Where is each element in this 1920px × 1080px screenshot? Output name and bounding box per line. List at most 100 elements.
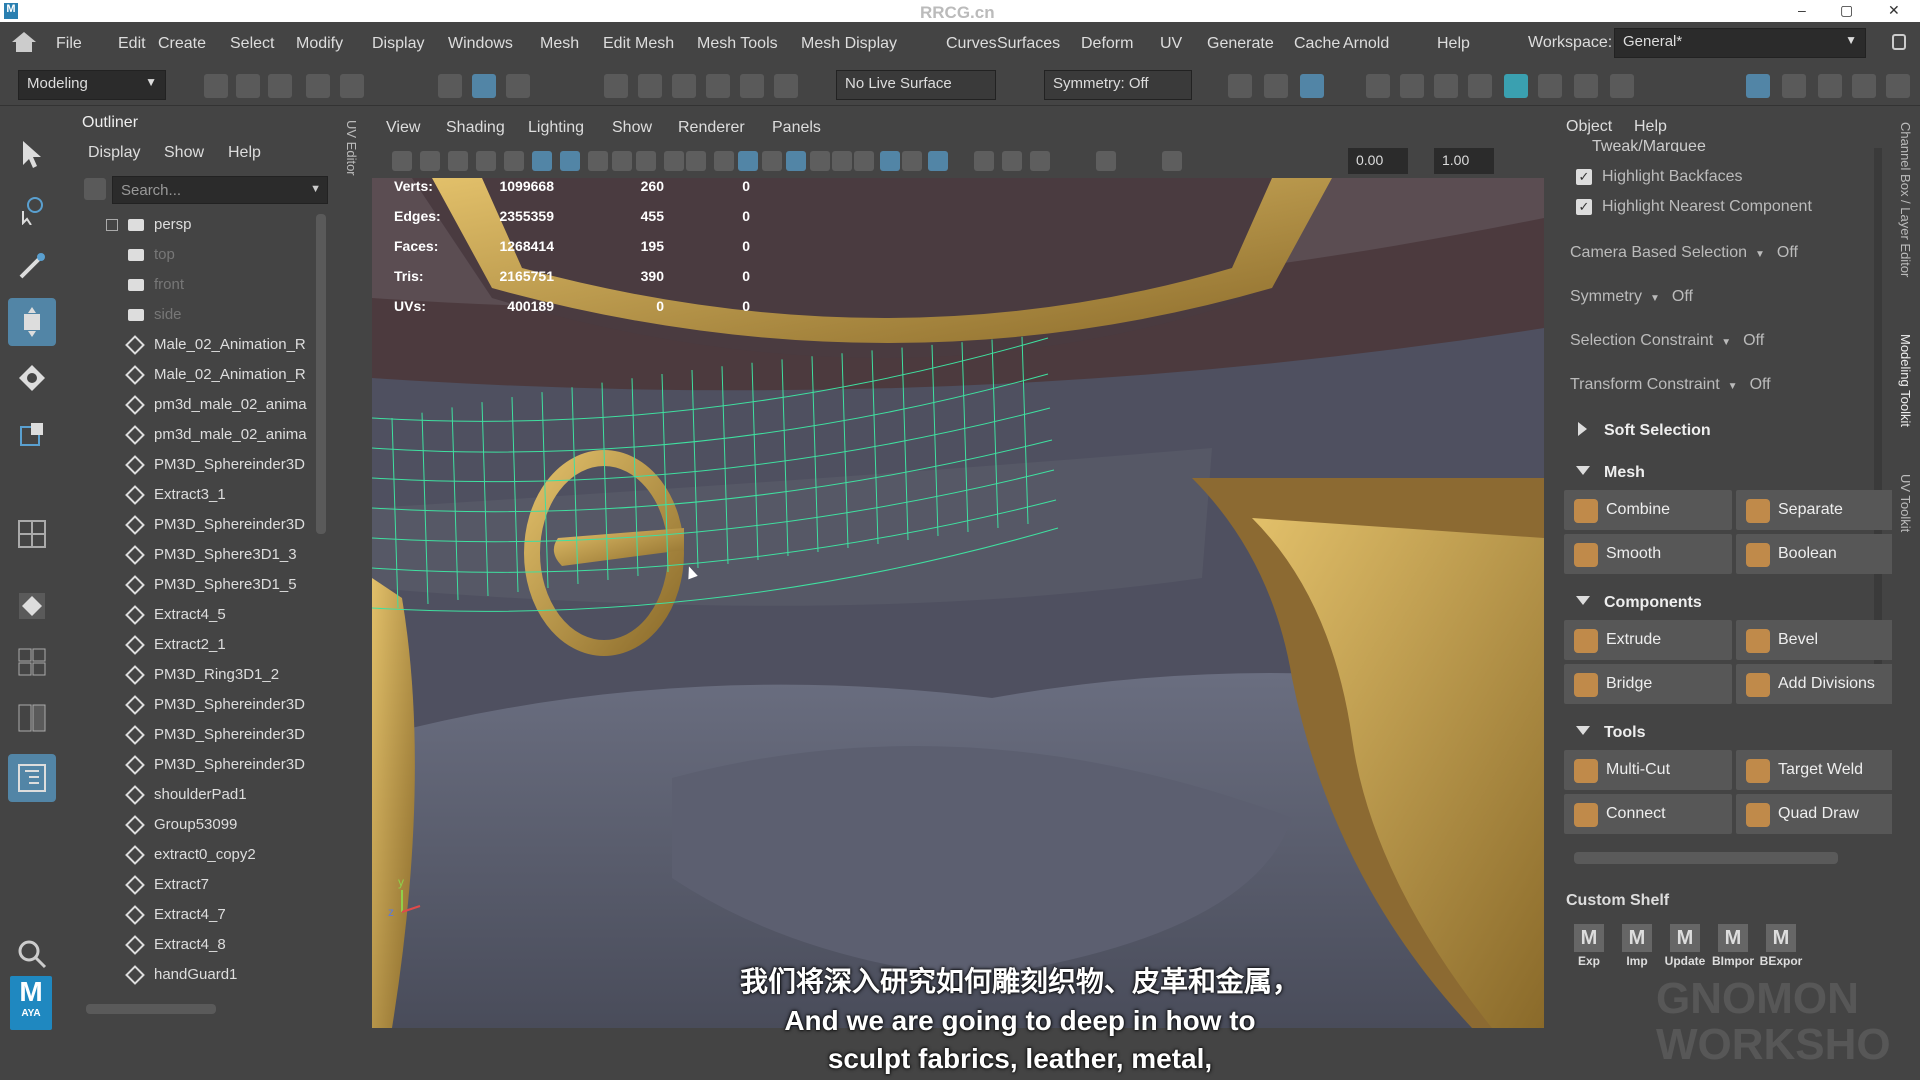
uv-editor-tab[interactable]: UV Editor bbox=[344, 120, 359, 176]
field1-input[interactable]: 0.00 bbox=[1348, 148, 1408, 174]
menu-cache[interactable]: Cache bbox=[1294, 35, 1340, 53]
outliner-item[interactable]: side bbox=[72, 300, 322, 330]
pause-icon[interactable] bbox=[1610, 74, 1634, 98]
outliner-item[interactable]: top bbox=[72, 240, 322, 270]
film-gate-icon[interactable] bbox=[532, 151, 552, 171]
close-button[interactable]: ✕ bbox=[1888, 2, 1900, 19]
option-value[interactable]: Off bbox=[1743, 332, 1764, 349]
bridge-button[interactable]: Bridge bbox=[1564, 664, 1732, 704]
menu-create[interactable]: Create bbox=[158, 35, 206, 53]
outliner-item[interactable]: Extract4_5 bbox=[72, 600, 322, 630]
redo-icon[interactable] bbox=[340, 74, 364, 98]
gamma-icon[interactable] bbox=[1162, 151, 1182, 171]
outliner-item[interactable]: handGuard1 bbox=[72, 960, 322, 990]
shelf-item-update[interactable]: M Update bbox=[1662, 920, 1708, 978]
outliner-item[interactable]: pm3d_male_02_anima bbox=[72, 390, 322, 420]
menu-surfaces[interactable]: Surfaces bbox=[997, 35, 1060, 53]
menu-mesh[interactable]: Mesh bbox=[540, 35, 579, 53]
bookmark-icon[interactable] bbox=[448, 151, 468, 171]
add-divisions-button[interactable]: Add Divisions bbox=[1736, 664, 1904, 704]
checkbox-row[interactable]: ✓ Highlight Nearest Component bbox=[1576, 198, 1812, 216]
channel-box-tab[interactable]: Channel Box / Layer Editor bbox=[1898, 122, 1913, 277]
move-tool-icon[interactable] bbox=[8, 298, 56, 346]
outliner-item[interactable]: PM3D_Sphere3D1_5 bbox=[72, 570, 322, 600]
viewport-menu-panels[interactable]: Panels bbox=[772, 119, 821, 137]
outliner-item[interactable]: Extract4_7 bbox=[72, 900, 322, 930]
snap-view-icon[interactable] bbox=[706, 74, 730, 98]
outliner-item[interactable]: PM3D_Ring3D1_2 bbox=[72, 660, 322, 690]
lock-icon[interactable] bbox=[1892, 34, 1906, 50]
outliner-item[interactable]: shoulderPad1 bbox=[72, 780, 322, 810]
camera-attr-icon[interactable] bbox=[420, 151, 440, 171]
option-row[interactable]: Symmetry ▼ Off bbox=[1570, 288, 1870, 306]
extrude-button[interactable]: Extrude bbox=[1564, 620, 1732, 660]
field-chart-icon[interactable] bbox=[612, 151, 632, 171]
select-hierarchy-icon[interactable] bbox=[438, 74, 462, 98]
paint-select-tool-icon[interactable] bbox=[8, 242, 56, 290]
depth-of-field-icon[interactable] bbox=[902, 151, 922, 171]
live-surface-field[interactable]: No Live Surface bbox=[836, 70, 996, 100]
undo-icon[interactable] bbox=[306, 74, 330, 98]
workspace-select[interactable]: General* ▼ bbox=[1614, 28, 1866, 58]
viewport-menu-shading[interactable]: Shading bbox=[446, 119, 505, 137]
menu-modify[interactable]: Modify bbox=[296, 35, 343, 53]
outliner-item[interactable]: PM3D_Sphereinder3D bbox=[72, 510, 322, 540]
home-icon[interactable] bbox=[12, 32, 36, 42]
quad-draw-button[interactable]: Quad Draw bbox=[1736, 794, 1904, 834]
outliner-menu-show[interactable]: Show bbox=[164, 144, 204, 162]
smooth-button[interactable]: Smooth bbox=[1564, 534, 1732, 574]
textured-icon[interactable] bbox=[762, 151, 782, 171]
viewport-menu-show[interactable]: Show bbox=[612, 119, 652, 137]
menu-file[interactable]: File bbox=[56, 35, 82, 53]
channel-box-icon[interactable] bbox=[1782, 74, 1806, 98]
select-tool-icon[interactable] bbox=[8, 130, 56, 178]
outliner-item[interactable]: Extract4_8 bbox=[72, 930, 322, 960]
render-view-icon[interactable] bbox=[1366, 74, 1390, 98]
modeling-toolkit-icon[interactable] bbox=[1746, 74, 1770, 98]
menu-generate[interactable]: Generate bbox=[1207, 35, 1274, 53]
maximize-button[interactable]: ▢ bbox=[1840, 2, 1853, 19]
xray-components-icon[interactable] bbox=[1030, 151, 1050, 171]
symmetry-field[interactable]: Symmetry: Off bbox=[1044, 70, 1192, 100]
target-weld-button[interactable]: Target Weld bbox=[1736, 750, 1904, 790]
rotate-tool-icon[interactable] bbox=[8, 354, 56, 402]
option-value[interactable]: Off bbox=[1672, 288, 1693, 305]
open-scene-icon[interactable] bbox=[236, 74, 260, 98]
outliner-item[interactable]: Male_02_Animation_R bbox=[72, 330, 322, 360]
anti-alias-icon[interactable] bbox=[880, 151, 900, 171]
outliner-search-input[interactable]: Search... ▼ bbox=[112, 176, 328, 204]
viewport-scene[interactable]: y z Verts: 1099668 260 0 Edges: 2355359 455 0 Fa… bbox=[372, 178, 1544, 1028]
outliner-item[interactable]: PM3D_Sphereinder3D bbox=[72, 450, 322, 480]
menu-display[interactable]: Display bbox=[372, 35, 424, 53]
default-material-icon[interactable] bbox=[714, 151, 734, 171]
field2-input[interactable]: 1.00 bbox=[1434, 148, 1494, 174]
option-value[interactable]: Off bbox=[1777, 244, 1798, 261]
history-toggle-icon[interactable] bbox=[1300, 74, 1324, 98]
wireframe-icon[interactable] bbox=[664, 151, 684, 171]
isolate-select-icon[interactable] bbox=[928, 151, 948, 171]
tool-settings-icon[interactable] bbox=[1852, 74, 1876, 98]
toolkit-hscrollbar[interactable] bbox=[1574, 852, 1838, 864]
layout-two-icon[interactable] bbox=[8, 694, 56, 742]
outliner-menu-help[interactable]: Help bbox=[228, 144, 261, 162]
uv-toolkit-tab[interactable]: UV Toolkit bbox=[1898, 474, 1913, 532]
ipr-render-icon[interactable] bbox=[1434, 74, 1458, 98]
menu-mesh-display[interactable]: Mesh Display bbox=[801, 35, 897, 53]
search-icon[interactable] bbox=[8, 930, 56, 978]
exposure-icon[interactable] bbox=[1096, 151, 1116, 171]
attribute-editor-icon[interactable] bbox=[1818, 74, 1842, 98]
menu-help[interactable]: Help bbox=[1437, 35, 1470, 53]
menu-edit-mesh[interactable]: Edit Mesh bbox=[603, 35, 674, 53]
hypershade-icon[interactable] bbox=[1504, 74, 1528, 98]
minimize-button[interactable]: – bbox=[1798, 2, 1806, 18]
render-settings-icon[interactable] bbox=[1468, 74, 1492, 98]
ambient-occlusion-icon[interactable] bbox=[832, 151, 852, 171]
scale-tool-icon[interactable] bbox=[8, 410, 56, 458]
multi-cut-button[interactable]: Multi-Cut bbox=[1564, 750, 1732, 790]
menu-edit[interactable]: Edit bbox=[118, 35, 146, 53]
xray-icon[interactable] bbox=[974, 151, 994, 171]
menu-mesh-tools[interactable]: Mesh Tools bbox=[697, 35, 778, 53]
option-row[interactable]: Transform Constraint ▼ Off bbox=[1570, 376, 1870, 394]
light-editor-icon[interactable] bbox=[1574, 74, 1598, 98]
outliner-item[interactable]: Group53099 bbox=[72, 810, 322, 840]
